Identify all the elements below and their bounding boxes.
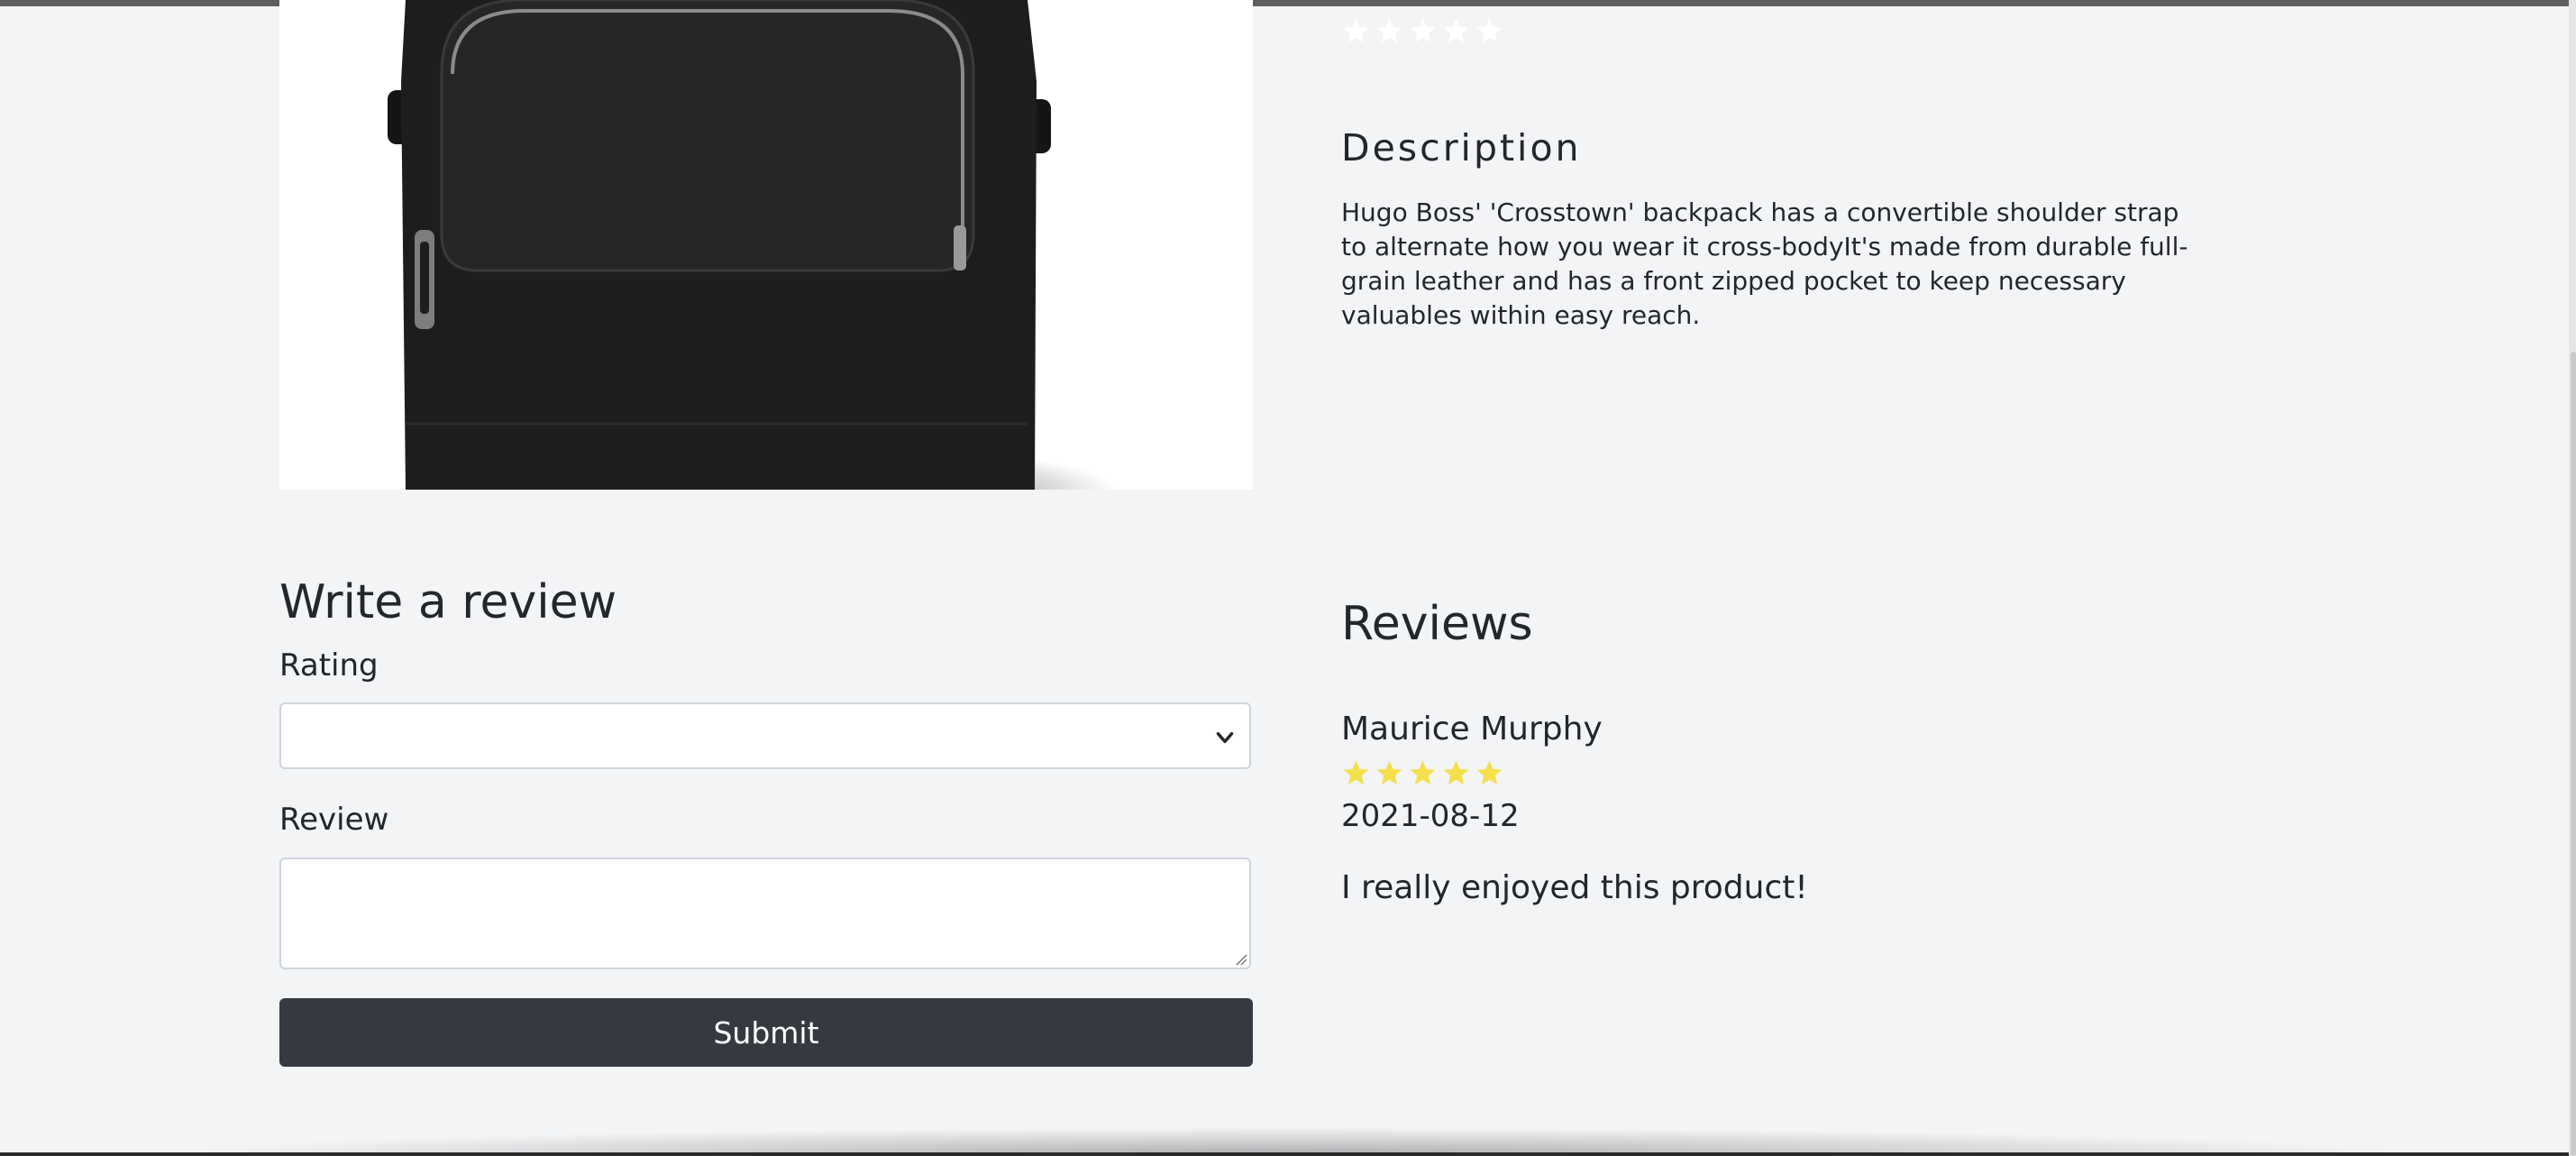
- star-icon: [1476, 760, 1503, 785]
- review-label: Review: [279, 802, 389, 838]
- star-icon: [1443, 760, 1469, 785]
- star-icon: [1410, 760, 1436, 785]
- reviewer-name: Maurice Murphy: [1341, 711, 1603, 748]
- rating-label: Rating: [279, 647, 379, 684]
- star-icon: [1376, 760, 1402, 785]
- scrollbar-thumb[interactable]: [2571, 352, 2576, 1156]
- scrollbar-track[interactable]: [2569, 0, 2576, 1156]
- star-icon: [1476, 18, 1503, 43]
- star-icon: [1410, 18, 1436, 43]
- review-rating-stars: [1341, 758, 1504, 788]
- star-icon: [1443, 18, 1469, 43]
- review-textarea[interactable]: [279, 858, 1251, 969]
- review-comment: I really enjoyed this product!: [1341, 869, 1808, 906]
- resize-grip-icon[interactable]: [1233, 951, 1247, 966]
- reviews-heading: Reviews: [1341, 597, 1533, 651]
- rating-select[interactable]: [279, 702, 1251, 769]
- submit-button[interactable]: Submit: [279, 998, 1253, 1067]
- review-date: 2021-08-12: [1341, 798, 1520, 834]
- star-icon: [1343, 18, 1369, 43]
- chevron-down-icon: [1216, 731, 1234, 744]
- description-text: Hugo Boss' 'Crosstown' backpack has a co…: [1341, 197, 2188, 330]
- star-icon: [1343, 760, 1369, 785]
- star-icon: [1376, 18, 1402, 43]
- description-heading: Description: [1341, 126, 1582, 170]
- write-review-heading: Write a review: [279, 575, 617, 629]
- product-image: [279, 0, 1253, 490]
- product-rating-stars: [1341, 16, 1504, 46]
- window-bottom-edge: [0, 1152, 2576, 1156]
